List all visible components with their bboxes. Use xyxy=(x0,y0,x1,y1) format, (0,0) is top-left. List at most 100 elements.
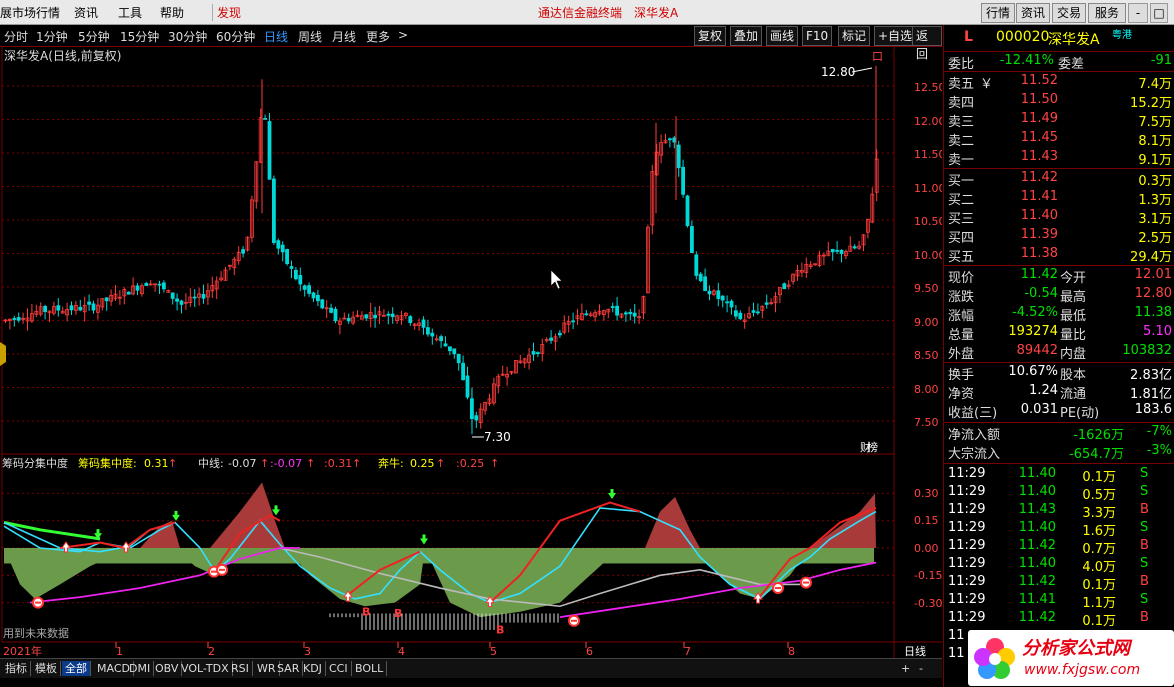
tab-rsi[interactable]: RSI xyxy=(228,661,253,676)
candle-body xyxy=(267,121,272,180)
adjust-button[interactable]: 复权 xyxy=(694,26,727,46)
mark-button[interactable]: 标记 xyxy=(838,26,871,46)
brand-watermark: 分析家公式网 www.fxjgsw.com xyxy=(968,630,1174,686)
app-title-link[interactable]: 通达信金融终端 xyxy=(538,4,622,21)
sell-row[interactable]: 卖一 11.43 9.1万 xyxy=(944,149,1174,168)
stat-label: 最高 xyxy=(1060,290,1087,305)
price-tick: 11.00 xyxy=(914,182,942,195)
candle-body xyxy=(135,285,140,291)
future-data-note: 用到未来数据 xyxy=(3,626,69,640)
tab-all[interactable]: 全部 xyxy=(62,661,91,676)
buy-volume: 29.4万 xyxy=(1130,250,1172,265)
maximize-icon[interactable]: □ xyxy=(1150,3,1168,23)
sell-row[interactable]: 卖四 11.50 15.2万 xyxy=(944,92,1174,111)
period-1min[interactable]: 1分钟 xyxy=(36,28,68,45)
stock-code: 000020 xyxy=(996,29,1050,45)
rank-badge-icon[interactable]: 榜 xyxy=(867,440,878,454)
menu-news[interactable]: 资讯 xyxy=(74,4,98,21)
up-arrow-icon: ↑ xyxy=(352,457,361,470)
menubar: 展市场行情 资讯 工具 帮助 发现 通达信金融终端 深华发A 行情 资讯 交易 … xyxy=(0,0,1174,25)
corner-window-icon[interactable]: 口 xyxy=(872,50,883,63)
candle-body xyxy=(91,303,96,311)
buy-row[interactable]: 买五 11.38 29.4万 xyxy=(944,246,1174,265)
menu-help[interactable]: 帮助 xyxy=(160,4,184,21)
info-button[interactable]: 资讯 xyxy=(1016,3,1050,23)
tab-template[interactable]: 模板 xyxy=(32,661,61,676)
candle-body xyxy=(632,312,637,317)
indicator-value-midline: -0.07 xyxy=(228,457,256,470)
tab-cci[interactable]: CCI xyxy=(326,661,352,676)
stat-value: -4.52% xyxy=(1012,305,1058,320)
period-60min[interactable]: 60分钟 xyxy=(216,28,255,45)
tab-vol-tdx[interactable]: VOL-TDX xyxy=(178,661,233,676)
tick-time: 11:29 xyxy=(948,556,986,571)
chevron-right-icon[interactable]: > xyxy=(398,28,408,42)
period-daily[interactable]: 日线 xyxy=(264,28,288,45)
service-button[interactable]: 服务 xyxy=(1088,3,1126,23)
f10-button[interactable]: F10 xyxy=(802,26,833,46)
candle-body xyxy=(373,314,378,319)
buy-row[interactable]: 买一 11.42 0.3万 xyxy=(944,170,1174,189)
sell-price: 11.45 xyxy=(1020,130,1058,145)
kline-chart[interactable]: BBB 深华发A(日线,前复权) 口 12.80 7.30 财 榜 12.50 … xyxy=(0,46,942,658)
tab-sar[interactable]: SAR xyxy=(274,661,304,676)
menu-tools[interactable]: 工具 xyxy=(118,4,142,21)
minimize-icon[interactable]: - xyxy=(1128,3,1148,23)
tab-indicator[interactable]: 指标 xyxy=(2,661,31,676)
stock-title-link[interactable]: 深华发A xyxy=(634,4,678,21)
buy-row[interactable]: 买二 11.41 1.3万 xyxy=(944,189,1174,208)
trade-button[interactable]: 交易 xyxy=(1052,3,1086,23)
period-monthly[interactable]: 月线 xyxy=(332,28,356,45)
overlay-button[interactable]: 叠加 xyxy=(730,26,763,46)
tab-dmi[interactable]: DMI xyxy=(126,661,155,676)
buy-row[interactable]: 买三 11.40 3.1万 xyxy=(944,208,1174,227)
period-15min[interactable]: 15分钟 xyxy=(120,28,159,45)
tick-volume: 1.1万 xyxy=(1082,596,1116,611)
zoom-in-button[interactable]: + xyxy=(898,661,913,676)
candle-body xyxy=(386,313,391,316)
buy-volume: 3.1万 xyxy=(1138,212,1172,227)
menu-discover[interactable]: 发现 xyxy=(212,4,241,21)
candle-body xyxy=(126,291,131,295)
candle-body xyxy=(751,310,756,313)
indicator-value-concentration: 0.31 xyxy=(144,457,169,470)
candle-body xyxy=(676,144,681,169)
tick-price: 11.40 xyxy=(1018,556,1056,571)
collapse-handle-icon[interactable] xyxy=(0,342,6,366)
candle-body xyxy=(694,254,699,276)
buy-row[interactable]: 买四 11.39 2.5万 xyxy=(944,227,1174,246)
period-more[interactable]: 更多 xyxy=(366,28,390,45)
tick-volume: 4.0万 xyxy=(1082,560,1116,575)
price-tick: 10.00 xyxy=(914,249,942,262)
period-30min[interactable]: 30分钟 xyxy=(168,28,207,45)
price-grid xyxy=(2,85,894,422)
period-weekly[interactable]: 周线 xyxy=(298,28,322,45)
sell-label: 卖四 xyxy=(948,96,975,111)
indicator-name[interactable]: 筹码分集中度 xyxy=(2,456,68,470)
zoom-out-button[interactable]: - xyxy=(916,661,926,676)
candle-body xyxy=(271,178,276,243)
price-tick: 9.50 xyxy=(914,282,939,295)
draw-button[interactable]: 画线 xyxy=(766,26,799,46)
tab-boll[interactable]: BOLL xyxy=(352,661,388,676)
back-button[interactable]: 返回 xyxy=(912,26,942,61)
fund-row: 换手 10.67% 股本 2.83亿 xyxy=(944,364,1174,383)
tick-price: 11.42 xyxy=(1018,610,1056,625)
quote-button[interactable]: 行情 xyxy=(981,3,1015,23)
candle-body xyxy=(179,300,184,305)
menu-market[interactable]: 展市场行情 xyxy=(0,4,60,21)
period-tick[interactable]: 分时 xyxy=(4,28,28,45)
period-5min[interactable]: 5分钟 xyxy=(78,28,110,45)
flower-logo-icon xyxy=(974,638,1015,679)
stat-row: 总量 193274 量比 5.10 xyxy=(944,324,1174,343)
tab-kdj[interactable]: KDJ xyxy=(300,661,326,676)
sell-row[interactable]: 卖二 11.45 8.1万 xyxy=(944,130,1174,149)
candle-body xyxy=(56,305,61,311)
sell-row[interactable]: 卖五 11.52 7.4万 ￥ xyxy=(944,73,1174,92)
tick-row: 11:29 11.40 1.6万 S xyxy=(944,520,1174,539)
month-tick: 6 xyxy=(586,645,593,658)
candle-body xyxy=(734,310,738,317)
candle-body xyxy=(263,118,268,120)
sell-row[interactable]: 卖三 11.49 7.5万 xyxy=(944,111,1174,130)
add-watchlist-button[interactable]: +自选 xyxy=(874,26,917,46)
